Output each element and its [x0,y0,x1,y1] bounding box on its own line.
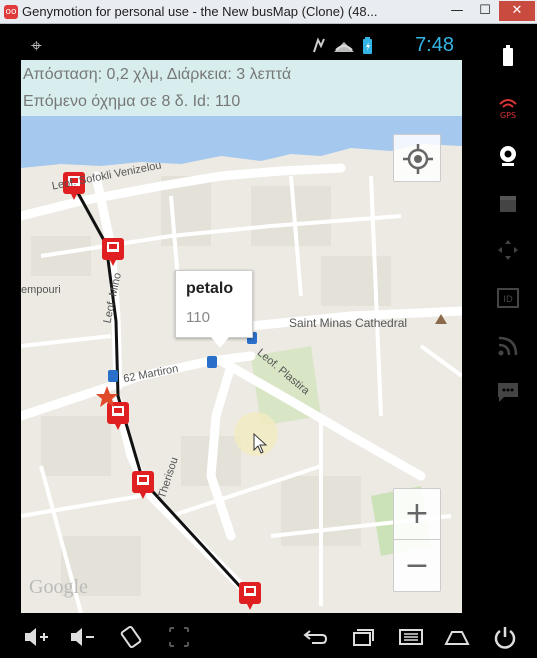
rotate-icon[interactable] [116,624,146,650]
clock: 7:48 [415,34,454,56]
webcam-icon[interactable] [494,142,522,170]
next-vehicle-text: Επόμενο όχημα σε 8 δ. Id: 110 [23,93,241,110]
gps-fix-icon: ⌖ [31,35,42,57]
emulator-sidebar: GPS ID [480,30,537,620]
window-titlebar: oo Genymotion for personal use - the New… [0,0,537,24]
google-logo: Google [29,576,88,598]
gps-icon[interactable]: GPS [494,94,522,122]
rss-icon[interactable] [494,332,522,360]
marker-info-window[interactable]: petalo 110 [175,270,253,338]
map-view[interactable]: Leof. Sofokli Venizelou empouri Leof. Mi… [21,116,462,613]
svg-text:GPS: GPS [500,111,516,120]
zoom-out-button[interactable]: − [394,541,440,592]
genymotion-logo-icon: oo [4,5,18,19]
battery-icon[interactable] [494,42,522,70]
id-icon[interactable]: ID [494,284,522,312]
dpad-icon[interactable] [494,236,522,264]
crosshair-icon [403,144,433,174]
window-title: Genymotion for personal use - the New bu… [22,4,378,19]
poi-label-saint-minas: Saint Minas Cathedral [289,316,408,330]
area-label-empouri: empouri [21,284,61,296]
back-icon[interactable] [300,624,330,650]
power-icon[interactable] [490,624,520,650]
recents-icon[interactable] [348,624,378,650]
signal-icons [313,37,372,54]
svg-text:ID: ID [503,295,513,305]
maximize-button[interactable]: ☐ [471,1,499,21]
route-info-panel: Απόσταση: 0,2 χλμ, Διάρκεια: 3 λεπτά Επό… [21,60,462,116]
android-status-bar: ⌖ 7:48 [21,32,462,60]
my-location-button[interactable] [393,134,441,182]
menu-icon[interactable] [396,624,426,650]
home-icon[interactable] [442,624,472,650]
clapper-icon[interactable] [494,190,522,218]
volume-down-icon[interactable] [68,624,98,650]
info-window-title: petalo [186,280,234,297]
minimize-button[interactable]: — [443,1,471,21]
volume-up-icon[interactable] [22,624,52,650]
distance-duration-text: Απόσταση: 0,2 χλμ, Διάρκεια: 3 λεπτά [23,66,292,83]
emulator-navbar [0,614,537,657]
sms-icon[interactable] [494,378,522,406]
status-icons [310,36,380,60]
zoom-in-button[interactable]: + [394,489,440,540]
info-window-pointer [211,337,229,348]
close-button[interactable]: ✕ [499,1,535,21]
fullscreen-icon[interactable] [164,624,194,650]
info-window-subtitle: 110 [186,309,210,326]
zoom-control: + − [393,488,441,592]
